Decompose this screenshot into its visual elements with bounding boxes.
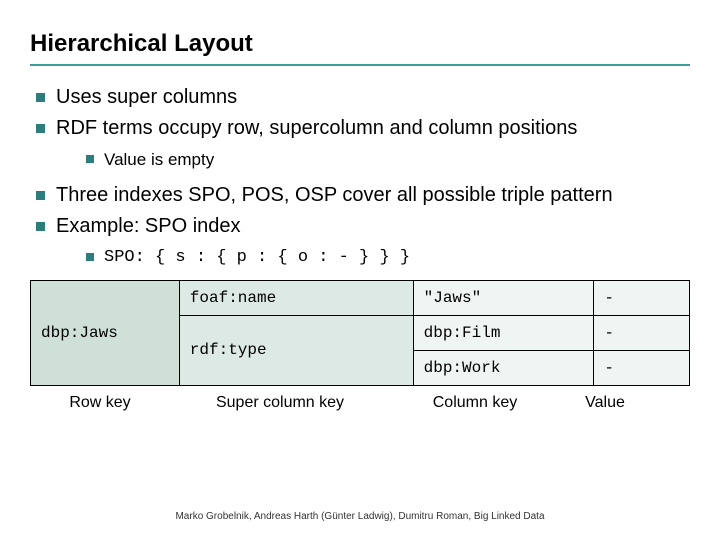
label-rowkey: Row key: [30, 394, 170, 412]
rowkey-cell: dbp:Jaws: [31, 280, 180, 385]
sub-bullet-item: SPO: { s : { p : { o : - } } }: [82, 246, 690, 270]
object-cell: dbp:Film: [413, 315, 594, 350]
bullet-item: Uses super columns: [30, 84, 690, 111]
label-value: Value: [560, 394, 650, 412]
label-columnkey: Column key: [390, 394, 560, 412]
slide: Hierarchical Layout Uses super columns R…: [0, 0, 720, 540]
bullet-list: Uses super columns RDF terms occupy row,…: [30, 84, 690, 270]
bullet-item: Three indexes SPO, POS, OSP cover all po…: [30, 182, 690, 209]
spo-table: dbp:Jaws foaf:name "Jaws" - rdf:type dbp…: [30, 280, 690, 386]
sub-bullet-item: Value is empty: [82, 148, 690, 172]
value-cell: -: [594, 315, 690, 350]
bullet-text: RDF terms occupy row, supercolumn and co…: [56, 117, 577, 139]
object-cell: "Jaws": [413, 280, 594, 315]
page-title: Hierarchical Layout: [30, 30, 690, 58]
title-rule: [30, 64, 690, 66]
column-labels: Row key Super column key Column key Valu…: [30, 394, 690, 412]
sub-list: Value is empty: [82, 148, 690, 172]
footer-credits: Marko Grobelnik, Andreas Harth (Günter L…: [0, 511, 720, 522]
bullet-text: Example: SPO index: [56, 215, 241, 237]
predicate-cell: rdf:type: [179, 315, 413, 385]
value-cell: -: [594, 280, 690, 315]
bullet-item: RDF terms occupy row, supercolumn and co…: [30, 115, 690, 172]
sub-list: SPO: { s : { p : { o : - } } }: [82, 246, 690, 270]
predicate-cell: foaf:name: [179, 280, 413, 315]
spo-diagram: dbp:Jaws foaf:name "Jaws" - rdf:type dbp…: [30, 280, 690, 412]
label-supercolumn: Super column key: [170, 394, 390, 412]
object-cell: dbp:Work: [413, 350, 594, 385]
table-row: dbp:Jaws foaf:name "Jaws" -: [31, 280, 690, 315]
value-cell: -: [594, 350, 690, 385]
bullet-item: Example: SPO index SPO: { s : { p : { o …: [30, 213, 690, 270]
